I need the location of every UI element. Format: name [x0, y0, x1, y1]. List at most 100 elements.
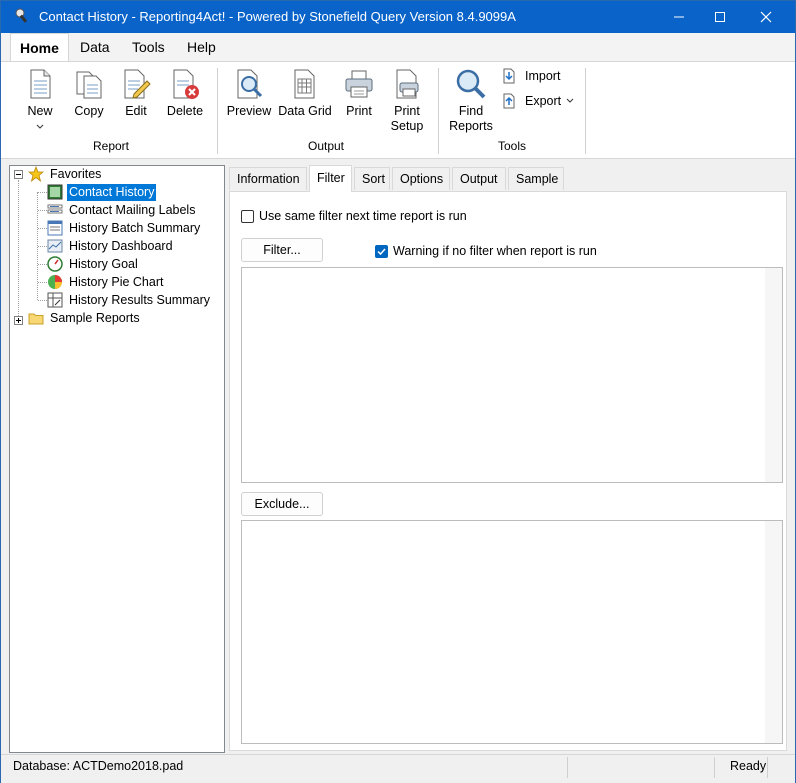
tab-sort[interactable]: Sort [354, 167, 390, 190]
tree-line [38, 264, 47, 266]
warning-no-filter-checkbox[interactable]: Warning if no filter when report is run [375, 244, 597, 258]
data-grid-button[interactable]: Data Grid [277, 68, 333, 119]
preview-label: Preview [226, 104, 272, 118]
menu-bar: Home Data Tools Help [1, 33, 795, 63]
minimize-button[interactable] [656, 1, 702, 33]
app-icon [15, 8, 28, 23]
tree-line [38, 210, 47, 212]
print-setup-label-1: Print [394, 104, 420, 118]
tree-line [18, 180, 20, 324]
import-label: Import [525, 69, 561, 83]
print-setup-button[interactable]: Print Setup [386, 68, 428, 134]
tools-group-label: Tools [497, 139, 526, 153]
form-icon [47, 220, 63, 236]
chevron-down-icon [566, 98, 574, 103]
status-database: Database: ACTDemo2018.pad [13, 759, 184, 773]
report-tree[interactable]: Favorites Contact History Contact Mailin… [9, 165, 225, 753]
preview-button[interactable]: Preview [226, 68, 272, 119]
status-ready: Ready [730, 759, 767, 773]
ribbon-separator [585, 68, 586, 154]
chevron-down-icon [36, 124, 44, 129]
status-divider [714, 757, 715, 778]
tab-information[interactable]: Information [229, 167, 307, 190]
find-label-2: Reports [449, 119, 493, 133]
exclude-conditions-box[interactable] [241, 520, 783, 744]
menu-help[interactable]: Help [178, 33, 225, 61]
tree-label: History Results Summary [69, 293, 210, 307]
filter-conditions-box[interactable] [241, 267, 783, 483]
scrollbar[interactable] [765, 268, 782, 482]
printer-icon [345, 70, 373, 98]
tree-label: History Batch Summary [69, 221, 201, 235]
copy-button[interactable]: Copy [70, 68, 108, 119]
tab-strip: Information Filter Sort Options Output S… [229, 165, 787, 192]
tree-line [38, 300, 47, 302]
tab-filter[interactable]: Filter [309, 165, 352, 192]
checkbox-box [375, 244, 388, 258]
sample-reports-expand-toggle[interactable] [14, 316, 23, 325]
import-button[interactable]: Import [501, 68, 560, 84]
exclude-button[interactable]: Exclude... [241, 492, 323, 516]
new-label: New [27, 104, 53, 118]
tree-label: Contact Mailing Labels [69, 203, 196, 217]
tree-line [38, 192, 47, 194]
tree-label: History Dashboard [69, 239, 173, 253]
edit-button[interactable]: Edit [117, 68, 155, 119]
filter-button[interactable]: Filter... [241, 238, 323, 262]
report-group-label: Report [92, 139, 130, 153]
new-button[interactable]: New [21, 68, 59, 134]
status-divider [567, 757, 568, 778]
tab-sample[interactable]: Sample [508, 167, 564, 190]
print-label: Print [346, 104, 372, 118]
report-icon [47, 184, 63, 200]
menu-data[interactable]: Data [71, 33, 119, 61]
menu-tools[interactable]: Tools [123, 33, 174, 61]
edit-icon [124, 69, 151, 99]
new-document-icon [30, 69, 51, 99]
title-bar[interactable]: Contact History - Reporting4Act! - Power… [1, 1, 795, 33]
tree-label: History Goal [69, 257, 138, 271]
status-divider [767, 757, 768, 778]
tab-output[interactable]: Output [452, 167, 506, 190]
export-icon [503, 93, 515, 109]
close-button[interactable] [743, 1, 789, 33]
output-group-label: Output [307, 139, 345, 153]
close-icon [760, 11, 772, 23]
export-label: Export [525, 94, 562, 108]
print-setup-icon [396, 69, 419, 99]
tree-label: Favorites [50, 167, 102, 181]
favorites-collapse-toggle[interactable] [14, 170, 23, 179]
copy-icon [76, 71, 102, 99]
use-same-filter-label: Use same filter next time report is run [259, 209, 467, 223]
print-button[interactable]: Print [339, 68, 379, 119]
delete-icon [173, 69, 199, 99]
labels-icon [47, 204, 63, 214]
maximize-button[interactable] [697, 1, 743, 33]
tab-options[interactable]: Options [392, 167, 450, 190]
app-window: Contact History - Reporting4Act! - Power… [0, 0, 796, 783]
tree-label: Contact History [65, 183, 158, 202]
edit-label: Edit [125, 104, 147, 118]
print-setup-label-2: Setup [390, 119, 424, 133]
tree-line [38, 228, 47, 230]
star-icon [28, 166, 44, 182]
crosstab-icon [47, 292, 63, 308]
data-grid-label: Data Grid [278, 104, 332, 118]
tree-label: Sample Reports [50, 311, 140, 325]
ribbon: New Copy Edit Delete Report Preview Data… [1, 61, 795, 159]
folder-icon [28, 313, 44, 325]
find-reports-button[interactable]: Find Reports [448, 68, 494, 134]
export-button[interactable]: Export [501, 93, 574, 109]
filter-panel: Use same filter next time report is run … [229, 191, 787, 751]
checkmark-icon [377, 247, 386, 255]
menu-home[interactable]: Home [10, 33, 69, 63]
pie-chart-icon [48, 275, 62, 289]
ribbon-separator [217, 68, 218, 154]
tree-label: History Pie Chart [69, 275, 164, 289]
find-icon [456, 69, 486, 99]
tree-line [38, 282, 47, 284]
delete-button[interactable]: Delete [165, 68, 205, 119]
window-title: Contact History - Reporting4Act! - Power… [39, 9, 516, 24]
scrollbar[interactable] [765, 521, 782, 743]
use-same-filter-checkbox[interactable]: Use same filter next time report is run [241, 209, 467, 223]
